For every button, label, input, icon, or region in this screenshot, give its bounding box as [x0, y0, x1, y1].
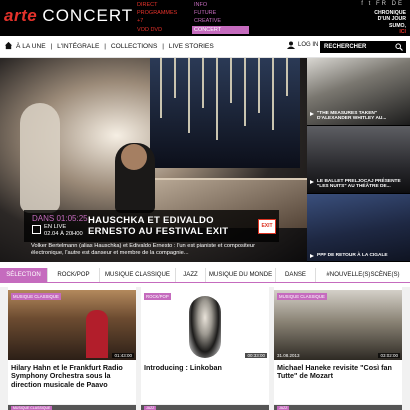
calendar-icon [32, 225, 41, 234]
subnav-integrale[interactable]: L'INTÉGRALE [57, 43, 99, 50]
artist-portrait [189, 296, 221, 358]
side-caption: LE BALLET PRELJOCAJ PRÉSENTE "LES NUITS"… [310, 179, 407, 190]
subnav-live-stories[interactable]: LIVE STORIES [169, 43, 214, 50]
video-title[interactable]: Hilary Hahn et le Frankfurt Radio Sympho… [11, 363, 133, 389]
pianist-head [121, 144, 147, 170]
subnav-separator: | [104, 43, 106, 50]
subnav-links: À LA UNE | L'INTÉGRALE | COLLECTIONS | L… [16, 43, 217, 50]
logo-product: CONCERT [42, 6, 134, 25]
video-thumbnail[interactable]: MUSIQUE CLASSIQUE 31.08.2013 03:02:00 [274, 290, 402, 360]
genre-badge: JAZZ [144, 406, 157, 410]
video-card-next-row[interactable]: MUSIQUE CLASSIQUE [8, 405, 136, 410]
lang-fr-link[interactable]: FR [376, 1, 388, 7]
tab-nouvelles-scenes[interactable]: #NOUVELLE(S)SCÈNE(S) [316, 268, 410, 282]
subnav-collections[interactable]: COLLECTIONS [111, 43, 158, 50]
hero-title[interactable]: HAUSCHKA ET EDIVALDO ERNESTO AU FESTIVAL… [88, 215, 228, 237]
video-card[interactable]: MUSIQUE CLASSIQUE 01:43:00 Hilary Hahn e… [8, 287, 136, 404]
top-nav-col-2: INFO FUTURE CREATIVE CONCERT [192, 1, 250, 34]
video-card-next-row[interactable]: JAZZ [141, 405, 269, 410]
nav-direct[interactable]: DIRECT [137, 1, 177, 9]
side-caption: PPF DE RETOUR À LA CIGALE [310, 253, 407, 259]
duration-badge: 00:33:00 [245, 353, 267, 358]
logo-brand: arte [4, 6, 38, 25]
sub-navigation: À LA UNE | L'INTÉGRALE | COLLECTIONS | L… [0, 36, 410, 58]
user-icon [287, 41, 295, 49]
play-icon [310, 111, 314, 116]
genre-badge: MUSIQUE CLASSIQUE [277, 293, 327, 300]
video-card[interactable]: ROCK/POP 00:33:00 Introducing : Linkoban [141, 287, 269, 404]
side-caption: "THE MEASURES TAKEN" D'ALEXANDER WHITLEY… [310, 111, 407, 122]
promo-line-4: ICI [399, 28, 406, 35]
nav-concert[interactable]: CONCERT [192, 25, 250, 34]
twitter-icon[interactable]: t [369, 1, 373, 7]
side-item[interactable]: PPF DE RETOUR À LA CIGALE [307, 194, 410, 262]
nav-creative[interactable]: CREATIVE [194, 17, 249, 25]
nav-programmes[interactable]: PROGRAMMES [137, 9, 177, 17]
live-schedule: EN LIVE 02.04 À 20H00 [32, 224, 83, 238]
dancer-figure [20, 103, 60, 213]
genre-badge: ROCK/POP [144, 293, 171, 300]
video-thumbnail[interactable]: ROCK/POP 00:33:00 [141, 290, 269, 360]
genre-badge: MUSIQUE CLASSIQUE [11, 406, 53, 410]
tab-danse[interactable]: DANSE [276, 268, 316, 282]
arte-concert-logo[interactable]: arte CONCERT [4, 6, 133, 26]
subnav-separator: | [50, 43, 53, 50]
nav-vod-dvd[interactable]: VOD DVD [137, 26, 177, 34]
nav-plus7[interactable]: +7 [137, 17, 177, 25]
facebook-icon[interactable]: f [361, 1, 365, 7]
side-thumbnail [307, 194, 410, 261]
hero-title-line-2: ERNESTO AU FESTIVAL EXIT [88, 226, 229, 237]
play-icon [310, 254, 314, 259]
tab-rock-pop[interactable]: ROCK/POP [48, 268, 100, 282]
duration-badge: 01:43:00 [112, 353, 134, 358]
tab-musique-du-monde[interactable]: MUSIQUE DU MONDE [206, 268, 276, 282]
video-card[interactable]: MUSIQUE CLASSIQUE 31.08.2013 03:02:00 Mi… [274, 287, 402, 404]
duration-badge: 03:02:00 [378, 353, 400, 358]
date-label: 31.08.2013 [277, 353, 300, 358]
social-links: f t FR DE [361, 1, 404, 7]
play-icon [310, 179, 314, 184]
video-title[interactable]: Introducing : Linkoban [144, 363, 266, 372]
login-button[interactable]: LOG IN [287, 41, 318, 49]
hero-description: Volker Bertelmann (alias Hauschka) et Ed… [31, 243, 255, 256]
promo-line-2: D'UN JOUR [377, 16, 406, 23]
soloist-figure [86, 310, 108, 358]
tab-jazz[interactable]: JAZZ [176, 268, 206, 282]
subnav-separator: | [162, 43, 164, 50]
live-countdown: DANS 01:05:25 [32, 214, 88, 223]
side-featured-list: "THE MEASURES TAKEN" D'ALEXANDER WHITLEY… [307, 58, 410, 262]
live-date: 02.04 À 20H00 [44, 231, 83, 237]
genre-badge: JAZZ [277, 406, 290, 410]
lang-de-link[interactable]: DE [392, 1, 404, 7]
login-label: LOG IN [298, 42, 319, 48]
side-item[interactable]: LE BALLET PRELJOCAJ PRÉSENTE "LES NUITS"… [307, 126, 410, 193]
category-tabs: SÉLECTION ROCK/POP MUSIQUE CLASSIQUE JAZ… [0, 268, 410, 283]
live-label: EN LIVE [44, 224, 67, 230]
stage-lights-image [150, 58, 300, 168]
top-header: arte CONCERT DIRECT PROGRAMMES +7 VOD DV… [0, 0, 410, 36]
exit-festival-logo: EXIT [258, 219, 276, 234]
page: arte CONCERT DIRECT PROGRAMMES +7 VOD DV… [0, 0, 410, 410]
nav-future[interactable]: FUTURE [194, 9, 249, 17]
video-title[interactable]: Michael Haneke revisite "Così fan Tutte"… [277, 363, 399, 381]
search-icon[interactable] [395, 43, 403, 51]
search-placeholder: RECHERCHER [324, 44, 367, 50]
video-grid: MUSIQUE CLASSIQUE 01:43:00 Hilary Hahn e… [0, 287, 410, 410]
search-input[interactable]: RECHERCHER [320, 41, 406, 53]
video-card-next-row[interactable]: JAZZ [274, 405, 402, 410]
genre-badge: MUSIQUE CLASSIQUE [11, 293, 61, 300]
tab-musique-classique[interactable]: MUSIQUE CLASSIQUE [100, 268, 176, 282]
nav-info[interactable]: INFO [194, 1, 249, 9]
video-thumbnail[interactable]: MUSIQUE CLASSIQUE 01:43:00 [8, 290, 136, 360]
subnav-a-la-une[interactable]: À LA UNE [16, 43, 46, 50]
side-item[interactable]: "THE MEASURES TAKEN" D'ALEXANDER WHITLEY… [307, 58, 410, 125]
hero-title-line-1: HAUSCHKA ET EDIVALDO [88, 215, 214, 226]
tab-selection[interactable]: SÉLECTION [0, 268, 48, 282]
promo-link[interactable]: CHRONIQUE D'UN JOUR SUMO, ICI [374, 10, 406, 35]
hero-caption: DANS 01:05:25 EN LIVE 02.04 À 20H00 HAUS… [0, 210, 307, 262]
top-nav-col-1: DIRECT PROGRAMMES +7 VOD DVD [137, 1, 177, 34]
home-icon[interactable] [4, 41, 13, 50]
